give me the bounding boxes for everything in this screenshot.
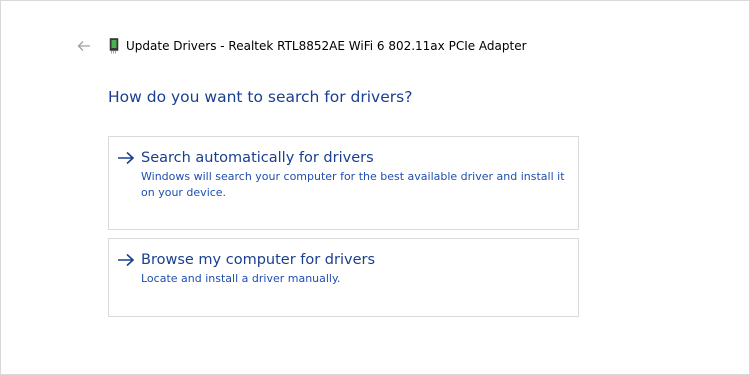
option-description: Windows will search your computer for th…	[141, 170, 565, 199]
option-title: Search automatically for drivers	[141, 150, 374, 166]
window-title: Update Drivers - Realtek RTL8852AE WiFi …	[126, 39, 527, 53]
page-heading: How do you want to search for drivers?	[108, 88, 413, 106]
network-adapter-icon	[109, 38, 119, 54]
option-description: Locate and install a driver manually.	[141, 272, 341, 285]
right-arrow-icon	[118, 151, 135, 165]
back-button[interactable]	[75, 38, 93, 54]
option-title: Browse my computer for drivers	[141, 252, 376, 268]
update-drivers-window: Update Drivers - Realtek RTL8852AE WiFi …	[0, 0, 750, 375]
right-arrow-icon	[118, 253, 135, 267]
browse-computer-option[interactable]: Browse my computer for drivers Locate an…	[108, 238, 579, 317]
search-automatically-option[interactable]: Search automatically for drivers Windows…	[108, 136, 579, 230]
back-arrow-icon	[77, 41, 90, 51]
